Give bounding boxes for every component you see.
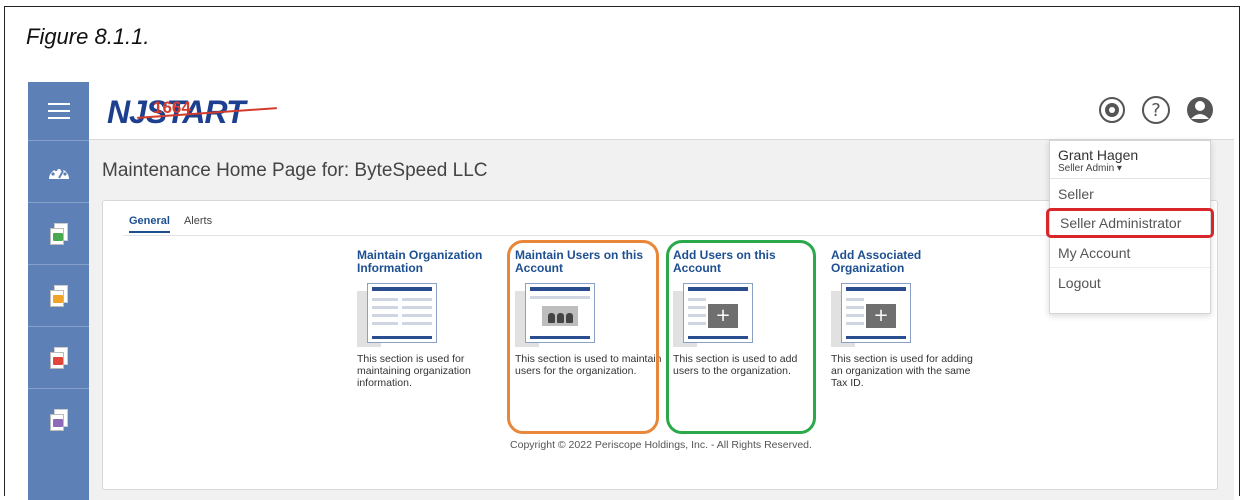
figure-caption: Figure 8.1.1. [26,24,150,49]
plus-icon: + [866,304,896,328]
menu-item-seller[interactable]: Seller [1050,179,1210,209]
tab-divider [123,235,1199,236]
header-icons: ? [1098,96,1214,124]
tab-general[interactable]: General [129,215,170,233]
sidebar [28,82,89,500]
highlight-orange-box [507,240,659,434]
tab-alerts[interactable]: Alerts [184,215,212,233]
user-icon[interactable] [1186,96,1214,124]
page-title: Maintenance Home Page for: ByteSpeed LLC [102,160,488,181]
copyright-text: Copyright © 2022 Periscope Holdings, Inc… [510,439,812,451]
tile-add-associated-organization: Add Associated Organization + This secti… [831,249,981,389]
tile-title-link[interactable]: Maintain Organization Information [357,249,507,279]
tile-description: This section is used for adding an organ… [831,353,973,389]
njstart-logo[interactable]: NJSTART 1664 [107,94,287,130]
user-name: Grant Hagen [1058,147,1139,163]
dashboard-icon[interactable] [28,140,89,202]
highlight-green-box [666,240,816,434]
tile-title-link[interactable]: Add Associated Organization [831,249,981,279]
tile-maintain-organization: Maintain Organization Information This s… [357,249,507,389]
tile-description: This section is used for maintaining org… [357,353,471,389]
logo-year: 1664 [153,98,191,117]
menu-icon[interactable] [28,82,89,140]
menu-item-my-account[interactable]: My Account [1050,238,1210,268]
add-form-icon[interactable]: + [831,283,911,347]
user-dropdown-menu: Grant Hagen Seller Admin ▾ Seller Seller… [1046,140,1214,314]
gear-icon[interactable] [1098,96,1126,124]
document-orange-icon[interactable] [28,264,89,326]
document-purple-icon[interactable] [28,388,89,450]
tab-bar: General Alerts [129,215,212,233]
app-window: NJSTART 1664 ? Maintenance Home Page for… [28,82,1234,500]
menu-item-logout[interactable]: Logout [1050,268,1210,298]
document-green-icon[interactable] [28,202,89,264]
menu-item-seller-administrator[interactable]: Seller Administrator [1046,208,1214,238]
document-red-icon[interactable] [28,326,89,388]
help-icon[interactable]: ? [1142,96,1170,124]
role-selector[interactable]: Seller Admin ▾ [1058,163,1202,174]
top-bar: NJSTART 1664 ? [89,82,1234,140]
dropdown-user-header: Grant Hagen Seller Admin ▾ [1050,141,1210,179]
organization-form-icon[interactable] [357,283,437,347]
